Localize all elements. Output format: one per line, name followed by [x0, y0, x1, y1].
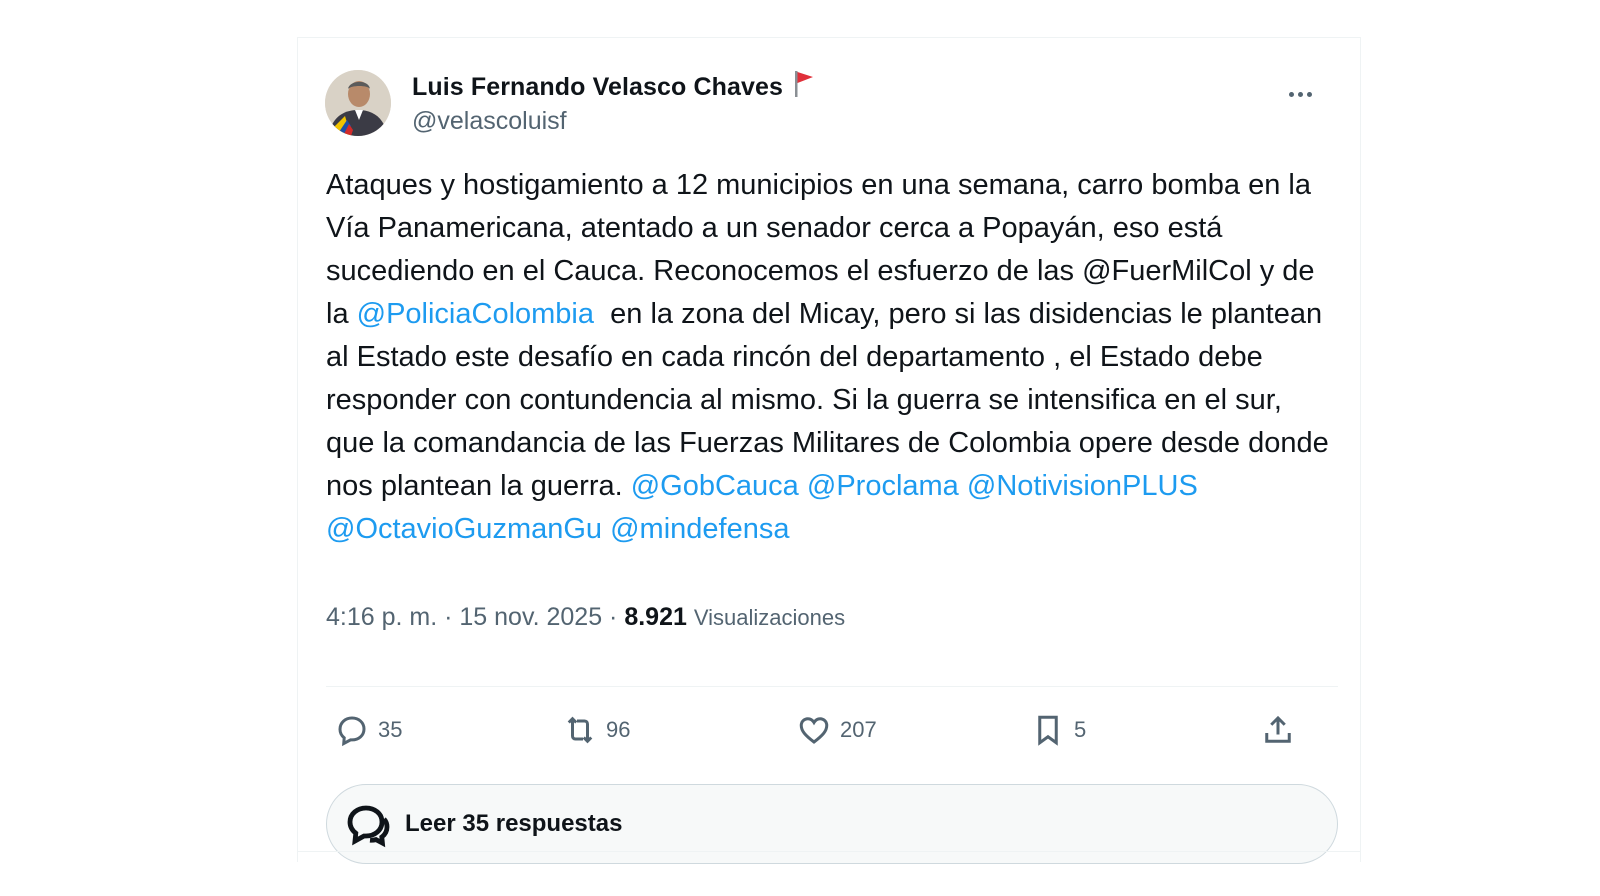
more-dot-icon — [1288, 91, 1294, 97]
share-button[interactable] — [1260, 706, 1296, 754]
reply-count: 35 — [378, 717, 403, 742]
read-replies-button[interactable]: Leer 35 respuestas — [326, 784, 1338, 864]
read-replies-label: Leer 35 respuestas — [405, 810, 623, 837]
avatar[interactable] — [325, 70, 391, 136]
mention-link[interactable]: @GobCauca — [631, 470, 799, 502]
more-dot-icon — [1306, 91, 1312, 97]
tweet-text-segment — [602, 513, 610, 545]
tweet-time[interactable]: 4:16 p. m. — [326, 603, 437, 631]
mention-link[interactable]: @mindefensa — [610, 513, 789, 545]
tweet-text-segment — [1198, 470, 1206, 502]
meta-separator: · — [602, 603, 625, 631]
reply-icon — [338, 716, 366, 747]
tweet-meta: 4:16 p. m. · 15 nov. 2025 · 8.921 Visual… — [326, 603, 845, 632]
mention-link[interactable]: @PoliciaColombia — [357, 298, 594, 330]
red-flag-icon — [793, 70, 815, 105]
views-count: 8.921 — [624, 603, 687, 631]
mention-link[interactable]: @OctavioGuzmanGu — [326, 513, 602, 545]
tweet-text-segment — [799, 470, 807, 502]
more-dot-icon — [1297, 91, 1303, 97]
repost-button[interactable]: 96 — [562, 706, 630, 754]
more-options-button[interactable] — [1280, 74, 1320, 114]
repost-icon — [567, 716, 593, 744]
tweet-date[interactable]: 15 nov. 2025 — [459, 603, 602, 631]
bookmark-button[interactable]: 5 — [1030, 706, 1086, 754]
author-name[interactable]: Luis Fernando Velasco Chaves — [412, 73, 783, 102]
divider — [326, 686, 1338, 687]
action-bar: 35 96 207 5 — [326, 706, 1338, 754]
author-name-row[interactable]: Luis Fernando Velasco Chaves — [412, 70, 815, 105]
meta-separator: · — [437, 603, 460, 631]
bookmark-count: 5 — [1074, 717, 1087, 742]
like-count: 207 — [840, 717, 877, 742]
repost-count: 96 — [606, 717, 631, 742]
share-icon — [1265, 715, 1291, 743]
tweet-text-segment — [959, 470, 967, 502]
author-handle[interactable]: @velascoluisf — [412, 107, 567, 136]
heart-icon — [799, 717, 829, 744]
mention-link[interactable]: @NotivisionPLUS — [967, 470, 1198, 502]
tweet-text: Ataques y hostigamiento a 12 municipios … — [326, 164, 1336, 551]
card-bottom-divider — [298, 851, 1360, 852]
like-button[interactable]: 207 — [796, 706, 877, 754]
tweet-card: Luis Fernando Velasco Chaves @velascolui… — [297, 37, 1361, 864]
reply-button[interactable]: 35 — [334, 706, 402, 754]
bookmark-icon — [1038, 715, 1058, 746]
conversation-icon — [347, 805, 390, 848]
views-label: Visualizaciones — [693, 605, 846, 630]
mention-link[interactable]: @Proclama — [807, 470, 959, 502]
